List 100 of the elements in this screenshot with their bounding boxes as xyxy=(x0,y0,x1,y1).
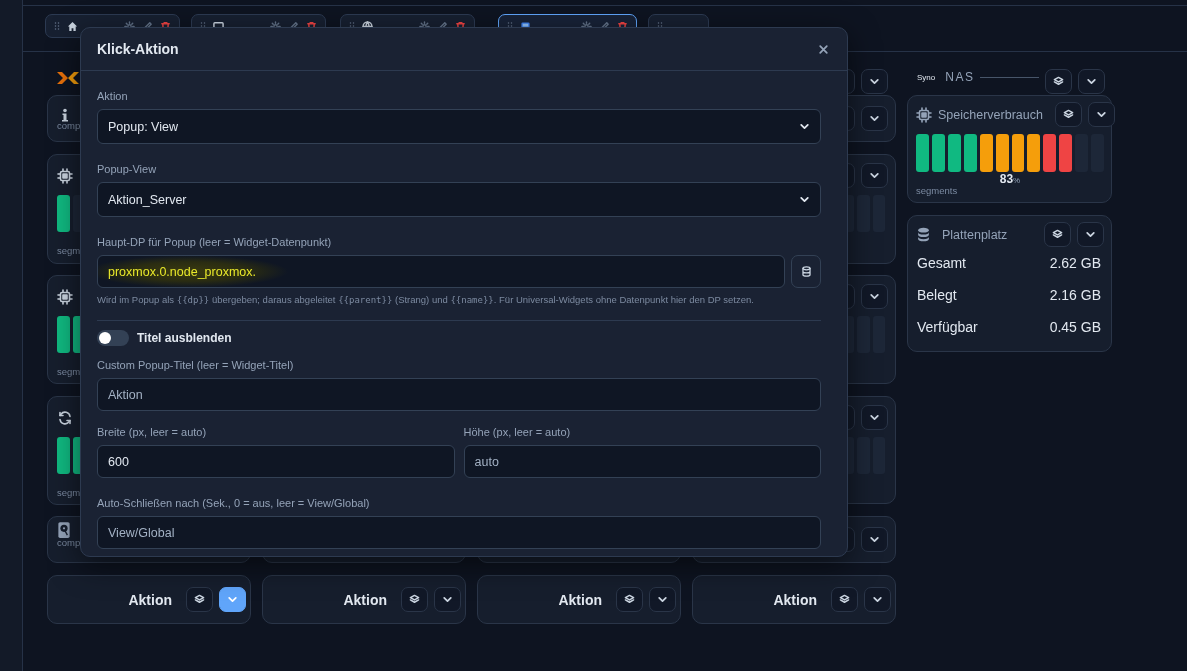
chevron-icon xyxy=(1085,229,1096,240)
field-label: Haupt-DP für Popup (leer = Widget-Datenpunkt) xyxy=(97,235,333,249)
meter-segment xyxy=(57,316,70,353)
chevron-icon xyxy=(442,594,453,605)
field-label: Höhe (px, leer = auto) xyxy=(463,425,572,439)
drag-handle-icon xyxy=(54,21,60,31)
stat-label: Belegt xyxy=(917,287,957,303)
device-label: Syno xyxy=(917,72,936,82)
meter-segment xyxy=(1043,134,1057,172)
input-field[interactable]: 600 xyxy=(97,445,455,478)
toggle-switch[interactable] xyxy=(97,330,129,346)
layers-icon xyxy=(194,594,205,605)
dropdown[interactable]: Popup: View xyxy=(97,109,821,144)
chevron-icon xyxy=(869,412,880,423)
home-icon xyxy=(67,20,78,32)
meter-segment xyxy=(963,134,977,172)
meter-segment xyxy=(1027,134,1041,172)
widget-caption: comp xyxy=(57,537,81,548)
layers-button[interactable] xyxy=(1044,222,1071,247)
chevron-icon xyxy=(227,594,238,605)
widget-caption: segm xyxy=(57,487,81,498)
collapse-button[interactable] xyxy=(1077,222,1104,247)
chevron-icon xyxy=(869,170,880,181)
toggle-label: Titel ausblenden xyxy=(137,331,232,345)
widget-title: Speicherverbrauch xyxy=(938,107,1043,122)
section-title: NAS xyxy=(945,70,975,84)
meter-segment xyxy=(931,134,945,172)
chevron-icon xyxy=(799,194,810,205)
meter-segment xyxy=(995,134,1009,172)
widget-caption: segments xyxy=(916,185,959,196)
input-field[interactable]: proxmox.0.node_proxmox. xyxy=(97,255,785,288)
input-field[interactable]: auto xyxy=(463,445,821,478)
collapse-button[interactable] xyxy=(864,587,891,612)
field-label: Popup-View xyxy=(97,162,158,176)
layers-icon xyxy=(1062,109,1074,120)
widget-title: Aktion xyxy=(773,591,817,608)
widget-title: Aktion xyxy=(558,591,602,608)
layers-icon xyxy=(839,594,850,605)
stat-value: 2.16 GB xyxy=(1049,287,1101,303)
layers-icon xyxy=(1052,229,1063,240)
meter-segment xyxy=(916,134,929,172)
collapse-button[interactable] xyxy=(434,587,461,612)
widget-caption: segm xyxy=(57,366,81,377)
database-icon xyxy=(917,227,930,242)
layers-button[interactable] xyxy=(1045,68,1072,94)
layers-button[interactable] xyxy=(1054,102,1082,127)
database-icon xyxy=(800,266,812,277)
widget-caption: comp xyxy=(57,120,81,131)
chevron-icon xyxy=(872,594,883,605)
stat-label: Gesamt xyxy=(917,255,966,271)
input-field[interactable]: Aktion xyxy=(97,378,821,411)
chevron-icon xyxy=(1095,109,1107,120)
stat-label: Verfügbar xyxy=(917,319,978,335)
info-icon xyxy=(60,108,70,122)
collapse-button[interactable] xyxy=(861,163,888,188)
chevron-icon xyxy=(657,594,668,605)
input-field[interactable]: View/Global xyxy=(97,516,821,549)
chevron-icon xyxy=(869,291,880,302)
hard-drive-icon xyxy=(57,521,71,539)
widget-title: Aktion xyxy=(343,591,387,608)
dropdown[interactable]: Aktion_Server xyxy=(97,182,821,217)
logo-icon xyxy=(55,71,81,85)
layers-button[interactable] xyxy=(401,587,428,612)
layers-button[interactable] xyxy=(616,587,643,612)
widget-title: Plattenplatz xyxy=(942,227,1008,242)
collapse-button[interactable] xyxy=(219,587,246,612)
chevron-icon xyxy=(869,534,880,545)
widget-title: Aktion xyxy=(128,591,172,608)
chevron-icon xyxy=(869,113,880,124)
layers-icon xyxy=(624,594,635,605)
chip-icon xyxy=(916,106,932,123)
layers-button[interactable] xyxy=(831,587,858,612)
percent-value: 83% xyxy=(998,173,1022,187)
layers-button[interactable] xyxy=(186,587,213,612)
meter-segment xyxy=(947,134,961,172)
collapse-button[interactable] xyxy=(861,405,888,430)
collapse-button[interactable] xyxy=(861,284,888,309)
collapse-button[interactable] xyxy=(861,106,888,131)
chevron-icon xyxy=(799,121,810,132)
collapse-button[interactable] xyxy=(649,587,676,612)
close-icon xyxy=(817,43,829,55)
field-label: Custom Popup-Titel (leer = Widget-Titel) xyxy=(97,358,295,372)
chip-icon xyxy=(57,288,73,305)
dialog-title: Klick-Aktion xyxy=(97,41,180,57)
datapoint-button[interactable] xyxy=(791,255,821,288)
sync-icon xyxy=(57,409,73,426)
meter-segment xyxy=(979,134,993,172)
field-label: Auto-Schließen nach (Sek., 0 = aus, leer = View/Global) xyxy=(97,496,371,510)
field-label: Aktion xyxy=(97,89,129,103)
widget-caption: segm xyxy=(57,245,81,256)
meter-segment xyxy=(57,437,70,474)
chip-icon xyxy=(57,167,73,184)
stat-value: 0.45 GB xyxy=(1049,319,1101,335)
layers-icon xyxy=(409,594,420,605)
meter-segment xyxy=(1011,134,1025,172)
stat-value: 2.62 GB xyxy=(1049,255,1101,271)
collapse-button[interactable] xyxy=(861,527,888,552)
field-label: Breite (px, leer = auto) xyxy=(97,425,208,439)
layers-icon xyxy=(1053,75,1064,87)
help-text: Wird im Popup als {{dp}} übergeben; daraus abgeleitet {{parent}} (Strang) und {{name}}. Für Universal-Widgets ohne Datenpunkt hier den DP setzen. xyxy=(97,294,755,305)
